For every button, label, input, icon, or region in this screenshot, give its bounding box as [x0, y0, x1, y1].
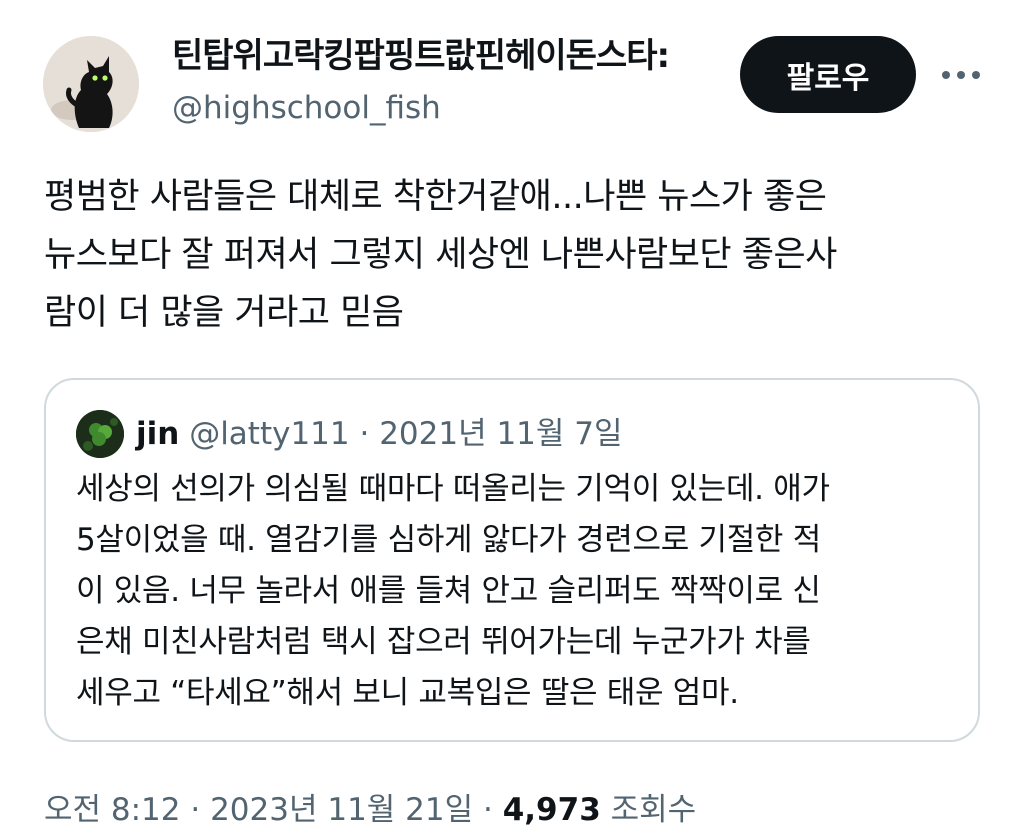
quoted-author-name[interactable]: jin [136, 416, 179, 452]
quoted-tweet-date[interactable]: 2021년 11월 7일 [379, 416, 622, 452]
more-options-button[interactable] [938, 58, 984, 92]
quoted-tweet-text: 세상의 선의가 의심될 때마다 떠올리는 기억이 있는데. 애가 5살이었을 때… [76, 464, 956, 719]
more-horizontal-icon [942, 71, 980, 79]
black-cat-avatar-icon [43, 36, 139, 132]
author-handle[interactable]: @highschool_fish [172, 86, 441, 130]
tweet-detail: 틴탑위고락킹팝핑트랎핀헤이돈스타: @highschool_fish 팔로우 평… [0, 0, 1024, 838]
tweet-text: 평범한 사람들은 대체로 착한거같애...나쁜 뉴스가 좋은 뉴스보다 잘 퍼져… [44, 168, 994, 342]
tweet-meta-footer: 오전 8:12 · 2023년 11월 21일 · 4,973 조회수 [44, 786, 696, 834]
quoted-text-line: 5살이었을 때. 열감기를 심하게 앓다가 경련으로 기절한 적 [76, 522, 821, 558]
quoted-meta-separator: · [349, 416, 380, 452]
green-clover-avatar-icon [76, 410, 124, 458]
tweet-date[interactable]: 2023년 11월 21일 [210, 792, 473, 828]
quoted-text-line: 이 있음. 너무 놀라서 애를 들쳐 안고 슬리퍼도 짝짝이로 신 [76, 573, 821, 609]
quoted-author-handle[interactable]: @latty111 [189, 416, 349, 452]
footer-separator: · [180, 792, 211, 828]
views-count: 4,973 [502, 792, 601, 828]
quoted-author-avatar[interactable] [76, 410, 124, 458]
quoted-text-line: 은채 미친사람처럼 택시 잡으러 뛰어가는데 누군가가 차를 [76, 624, 811, 660]
views-label: 조회수 [610, 792, 697, 828]
quoted-tweet-header: jin @latty111 · 2021년 11월 7일 [136, 408, 623, 460]
tweet-text-line: 평범한 사람들은 대체로 착한거같애...나쁜 뉴스가 좋은 [44, 177, 827, 217]
follow-button[interactable]: 팔로우 [740, 36, 916, 113]
tweet-time[interactable]: 오전 8:12 [44, 792, 181, 828]
tweet-text-line: 뉴스보다 잘 퍼져서 그렇지 세상엔 나쁜사람보단 좋은사 [44, 235, 837, 275]
author-display-name[interactable]: 틴탑위고락킹팝핑트랎핀헤이돈스타: [172, 32, 724, 80]
quoted-tweet-card[interactable]: jin @latty111 · 2021년 11월 7일 세상의 선의가 의심될… [44, 378, 980, 742]
footer-separator: · [473, 792, 503, 828]
quoted-text-line: 세상의 선의가 의심될 때마다 떠올리는 기억이 있는데. 애가 [76, 471, 830, 507]
tweet-text-line: 람이 더 많을 거라고 믿음 [44, 293, 404, 333]
quoted-text-line: 세우고 “타세요”해서 보니 교복입은 딸은 태운 엄마. [76, 675, 739, 711]
author-avatar[interactable] [43, 36, 139, 132]
